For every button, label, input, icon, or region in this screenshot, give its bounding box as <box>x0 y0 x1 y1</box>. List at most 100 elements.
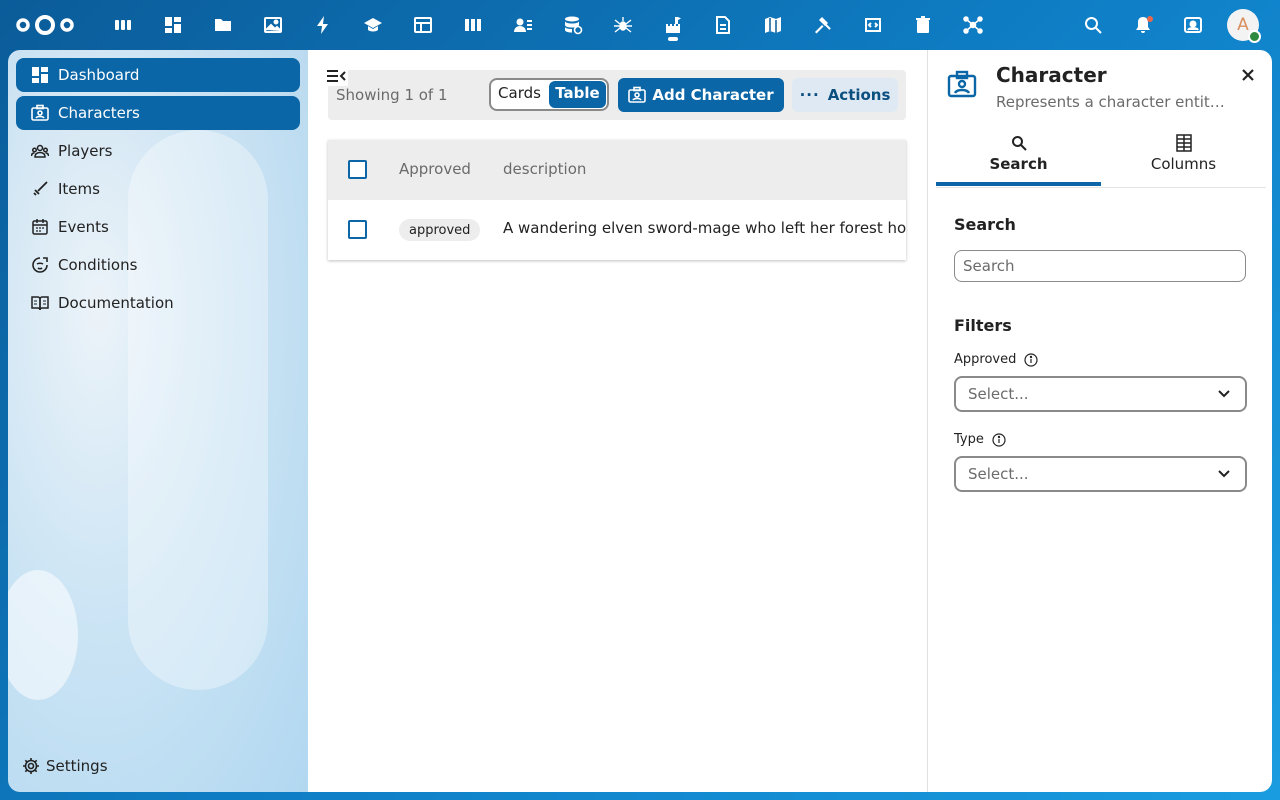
filter-label-text: Type <box>954 432 984 447</box>
filter-label-approved: Approved <box>954 352 1038 367</box>
notification-badge <box>1147 16 1153 22</box>
table-header: Approved description <box>328 140 906 200</box>
view-option-table[interactable]: Table <box>549 81 606 108</box>
contact-card-icon <box>30 103 50 123</box>
showing-count: Showing 1 of 1 <box>336 86 448 104</box>
characters-table: Approved description approved A wanderin… <box>328 140 906 260</box>
search-input[interactable] <box>954 250 1246 282</box>
info-icon[interactable] <box>1024 352 1038 367</box>
type-select[interactable]: Select... <box>954 456 1247 492</box>
nav-item-label: Items <box>58 180 100 198</box>
trash-app-icon[interactable] <box>911 13 935 37</box>
more-dots-icon: ··· <box>799 86 820 104</box>
filter-label-text: Approved <box>954 352 1017 367</box>
settings-label: Settings <box>46 757 108 775</box>
grid-app-icon[interactable] <box>161 13 185 37</box>
nav-item-label: Players <box>58 142 113 160</box>
code-app-icon[interactable] <box>861 13 885 37</box>
nav-item-documentation[interactable]: Documentation <box>16 286 300 320</box>
tab-label: Search <box>989 155 1048 173</box>
view-option-cards[interactable]: Cards <box>491 80 548 109</box>
background-decoration <box>8 570 78 700</box>
main-content: Showing 1 of 1 Cards Table Add Character… <box>308 50 927 792</box>
avatar-initial: A <box>1237 15 1249 35</box>
tab-label: Columns <box>1150 155 1217 173</box>
description-cell: A wandering elven sword-mage who left he… <box>503 219 906 237</box>
book-icon <box>30 293 50 313</box>
column-header-approved[interactable]: Approved <box>399 160 471 178</box>
nav-item-items[interactable]: Items <box>16 172 300 206</box>
contact-card-icon <box>947 70 977 98</box>
nav-item-dashboard[interactable]: Dashboard <box>16 58 300 92</box>
toggle-navigation-icon[interactable] <box>324 66 348 86</box>
actions-label: Actions <box>827 86 891 104</box>
map-app-icon[interactable] <box>761 13 785 37</box>
learning-app-icon[interactable] <box>361 13 385 37</box>
add-character-button[interactable]: Add Character <box>618 78 784 112</box>
table-row[interactable]: approved A wandering elven sword-mage wh… <box>328 200 906 260</box>
tab-search[interactable]: Search <box>936 134 1101 186</box>
actions-menu-button[interactable]: ··· Actions <box>792 78 898 112</box>
select-all-checkbox[interactable] <box>348 160 367 179</box>
approved-select[interactable]: Select... <box>954 376 1247 412</box>
notes-app-icon[interactable] <box>711 13 735 37</box>
network-app-icon[interactable] <box>961 13 985 37</box>
spider-app-icon[interactable] <box>611 13 635 37</box>
nav-item-label: Characters <box>58 104 140 122</box>
columns-icon <box>1175 134 1192 152</box>
hammer-app-icon[interactable] <box>811 13 835 37</box>
nav-item-label: Events <box>58 218 109 236</box>
search-icon[interactable] <box>1081 13 1105 37</box>
tables-app-icon[interactable] <box>411 13 435 37</box>
nav-item-label: Documentation <box>58 294 174 312</box>
photos-app-icon[interactable] <box>261 13 285 37</box>
select-placeholder: Select... <box>968 465 1029 483</box>
contacts-app-icon[interactable] <box>511 13 535 37</box>
people-icon <box>30 141 50 161</box>
dashboard-app-icon[interactable] <box>111 13 135 37</box>
gear-icon <box>23 758 39 774</box>
nav-item-characters[interactable]: Characters <box>16 96 300 130</box>
contact-card-add-icon <box>628 86 647 103</box>
panel-title: Character <box>996 63 1107 87</box>
app-navigation: Dashboard Characters Players Items Event… <box>8 50 308 792</box>
nav-item-label: Conditions <box>58 256 138 274</box>
add-character-label: Add Character <box>652 86 774 104</box>
close-icon[interactable] <box>1238 65 1258 85</box>
info-icon[interactable] <box>992 432 1006 447</box>
panel-subtitle: Represents a character entit… <box>996 93 1225 111</box>
files-app-icon[interactable] <box>211 13 235 37</box>
chevron-down-icon <box>1218 470 1230 478</box>
activity-app-icon[interactable] <box>311 13 335 37</box>
nav-item-events[interactable]: Events <box>16 210 300 244</box>
chevron-down-icon <box>1218 390 1230 398</box>
approved-badge: approved <box>399 219 481 241</box>
castle-app-icon[interactable] <box>661 13 685 37</box>
search-icon <box>1011 136 1027 151</box>
tab-divider <box>936 187 1266 188</box>
nextcloud-logo[interactable] <box>14 13 76 37</box>
nav-item-conditions[interactable]: Conditions <box>16 248 300 282</box>
dashboard-icon <box>30 65 50 85</box>
sidebar-panel: Character Represents a character entit… … <box>927 50 1272 792</box>
select-placeholder: Select... <box>968 385 1029 403</box>
view-toggle: Cards Table <box>489 78 609 111</box>
nav-item-players[interactable]: Players <box>16 134 300 168</box>
contacts-menu-icon[interactable] <box>1181 13 1205 37</box>
settings-button[interactable]: Settings <box>22 757 108 775</box>
list-toolbar: Showing 1 of 1 Cards Table Add Character… <box>328 70 906 120</box>
condition-icon <box>30 255 50 275</box>
user-avatar[interactable]: A <box>1227 9 1261 43</box>
deck-app-icon[interactable] <box>461 13 485 37</box>
column-header-description[interactable]: description <box>503 160 586 178</box>
online-status-icon <box>1248 30 1261 43</box>
calendar-icon <box>30 217 50 237</box>
search-heading: Search <box>954 215 1016 234</box>
top-bar: A <box>0 0 1280 50</box>
database-app-icon[interactable] <box>561 13 585 37</box>
sword-icon <box>30 179 50 199</box>
row-checkbox[interactable] <box>348 220 367 239</box>
nav-item-label: Dashboard <box>58 66 140 84</box>
active-app-indicator <box>668 37 678 41</box>
tab-columns[interactable]: Columns <box>1101 134 1266 186</box>
